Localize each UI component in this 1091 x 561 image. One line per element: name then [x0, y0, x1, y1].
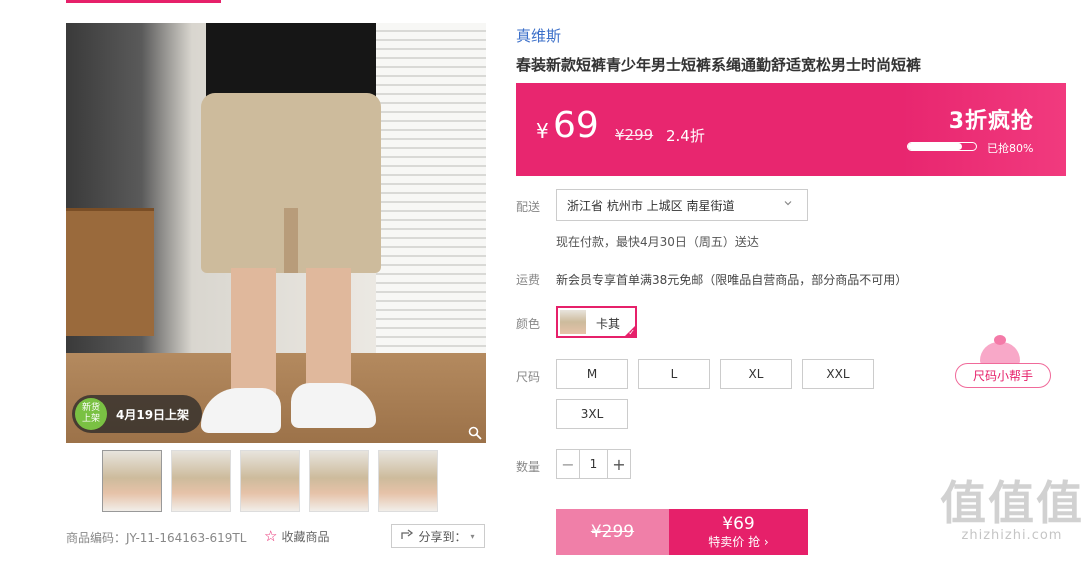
brand-link[interactable]: 真维斯: [516, 25, 561, 46]
price-banner: ¥ 69 ¥299 2.4折 3折疯抢 已抢80%: [516, 83, 1066, 176]
product-code: 商品编码：JY-11-164163-619TL: [66, 531, 247, 545]
watermark: 值值值 zhizhizhi.com: [940, 478, 1084, 543]
quantity-decrease-button[interactable]: −: [557, 450, 579, 478]
thumbnail-2[interactable]: [171, 450, 231, 512]
chevron-down-icon: [783, 198, 793, 211]
watermark-url: zhizhizhi.com: [961, 528, 1063, 543]
sold-progress-bar: [907, 142, 977, 151]
address-selector[interactable]: 浙江省 杭州市 上城区 南星街道: [556, 189, 808, 221]
thumbnail-1[interactable]: [102, 450, 162, 512]
thumbnail-3[interactable]: [240, 450, 300, 512]
buy-now-area[interactable]: ¥69 特卖价 抢 ›: [669, 509, 808, 555]
buy-original-price: ¥299: [556, 509, 669, 555]
favorite-label: 收藏商品: [281, 529, 330, 544]
thumbnail-strip: [102, 450, 438, 512]
zoom-icon[interactable]: [468, 426, 482, 440]
discount-rate: 2.4折: [666, 127, 705, 145]
check-icon: ✓: [628, 328, 635, 337]
shorts-gap: [284, 208, 298, 273]
listing-date-badge: 新货 上架 4月19日上架: [72, 395, 202, 433]
color-swatch-image: [560, 310, 586, 334]
buy-action-label: 特卖价 抢 ›: [708, 535, 769, 549]
share-label: 分享到：: [418, 529, 467, 544]
thumbnail-4[interactable]: [309, 450, 369, 512]
share-icon: [401, 529, 414, 543]
thumbnail-5[interactable]: [378, 450, 438, 512]
promo-title: 3折疯抢: [948, 109, 1034, 134]
main-product-image[interactable]: [66, 23, 486, 443]
color-label: 颜色: [516, 317, 541, 331]
quantity-input[interactable]: 1: [579, 450, 608, 478]
favorite-button[interactable]: ☆ 收藏商品: [264, 527, 329, 545]
size-option-xxl[interactable]: XXL: [802, 359, 874, 389]
new-arrival-line2: 上架: [81, 414, 100, 424]
listing-date: 4月19日上架: [116, 408, 190, 422]
color-option-name: 卡其: [596, 317, 621, 331]
size-option-3xl[interactable]: 3XL: [556, 399, 628, 429]
watermark-logo: 值值值: [940, 476, 1084, 530]
quantity-label: 数量: [516, 460, 541, 474]
size-label: 尺码: [516, 370, 541, 384]
currency-symbol: ¥: [536, 119, 549, 143]
delivery-label: 配送: [516, 200, 541, 214]
product-title: 春装新款短裤青少年男士短裤系绳通勤舒适宽松男士时尚短裤: [516, 56, 922, 74]
buy-sale-price: ¥69: [722, 514, 755, 534]
window-blinds: [376, 23, 486, 353]
color-option-khaki[interactable]: 卡其 ✓: [556, 306, 637, 338]
current-price: 69: [553, 105, 599, 146]
sold-percent-label: 已抢80%: [987, 142, 1034, 155]
new-arrival-badge: 新货 上架: [75, 398, 107, 430]
quantity-stepper: − 1 +: [556, 449, 631, 479]
share-dropdown[interactable]: 分享到： ▾: [391, 524, 485, 548]
new-arrival-line1: 新货: [81, 403, 100, 413]
caret-down-icon: ▾: [470, 531, 475, 541]
address-value: 浙江省 杭州市 上城区 南星街道: [567, 198, 735, 213]
wooden-cabinet: [66, 208, 154, 336]
quantity-increase-button[interactable]: +: [608, 450, 630, 478]
top-accent-bar: [66, 0, 221, 3]
star-icon: ☆: [264, 527, 278, 545]
original-price: ¥299: [615, 126, 654, 144]
buy-button[interactable]: ¥299 ¥69 特卖价 抢 ›: [556, 509, 808, 555]
size-helper-button[interactable]: 尺码小帮手: [955, 363, 1051, 388]
size-option-m[interactable]: M: [556, 359, 628, 389]
delivery-estimate: 现在付款，最快4月30日（周五）送达: [556, 235, 759, 249]
shipping-label: 运费: [516, 273, 541, 287]
sold-progress-fill: [908, 143, 963, 150]
size-option-l[interactable]: L: [638, 359, 710, 389]
shipping-info: 新会员专享首单满38元免邮（限唯品自营商品，部分商品不可用）: [556, 273, 908, 287]
size-option-xl[interactable]: XL: [720, 359, 792, 389]
